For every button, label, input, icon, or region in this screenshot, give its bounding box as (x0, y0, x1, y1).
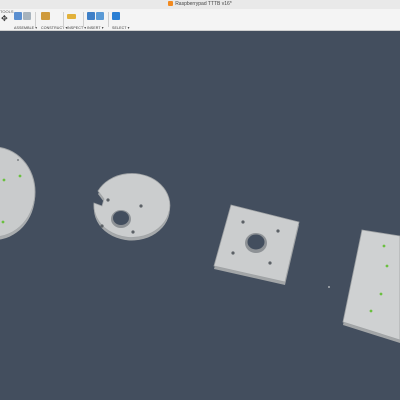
select-menu[interactable]: SELECT ▾ (112, 26, 130, 30)
toolbar-divider (35, 12, 36, 27)
insert-group[interactable]: INSERT ▾ (87, 12, 104, 30)
hole (241, 220, 245, 224)
insert-derive-icon[interactable] (87, 12, 95, 20)
toolbar-divider (63, 12, 64, 27)
hole-marker (382, 244, 386, 248)
window-title: Raspberrypad TTTB v16* (175, 1, 232, 7)
3d-viewport[interactable] (0, 31, 400, 400)
hole-marker (18, 174, 22, 178)
hole (139, 204, 143, 208)
hole-marker (385, 264, 389, 268)
hole (100, 224, 104, 228)
hole (131, 230, 135, 234)
hole-marker (369, 309, 373, 313)
offset-plane-icon[interactable] (41, 12, 50, 20)
hole (268, 261, 272, 265)
select-group[interactable]: SELECT ▾ (112, 12, 130, 30)
hole (231, 251, 235, 255)
viewport-canvas[interactable] (0, 31, 400, 400)
toolbar: TOOLS ✥ ASSEMBLE ▾ CONSTRUCT ▾ INSPECT ▾… (0, 9, 400, 31)
move-icon[interactable]: ✥ (1, 15, 8, 23)
stray-point (328, 286, 330, 288)
hole (276, 229, 280, 233)
toolbar-divider (83, 12, 84, 27)
hole (106, 198, 110, 202)
select-cursor-icon[interactable] (112, 12, 120, 20)
hole-marker (2, 178, 6, 182)
joint-icon[interactable] (23, 12, 31, 20)
toolbar-divider (108, 12, 109, 27)
hole-marker (379, 292, 383, 296)
insert-menu[interactable]: INSERT ▾ (87, 26, 104, 30)
viewport-background (0, 31, 400, 400)
notched-disc-part[interactable] (93, 173, 171, 241)
insert-image-icon[interactable] (96, 12, 104, 20)
hole-marker (1, 220, 5, 224)
assemble-group[interactable]: ASSEMBLE ▾ (14, 12, 37, 30)
assemble-menu[interactable]: ASSEMBLE ▾ (14, 26, 37, 30)
new-component-icon[interactable] (14, 12, 22, 20)
measure-icon[interactable] (67, 14, 76, 19)
hole (17, 159, 19, 161)
document-icon (168, 0, 174, 6)
